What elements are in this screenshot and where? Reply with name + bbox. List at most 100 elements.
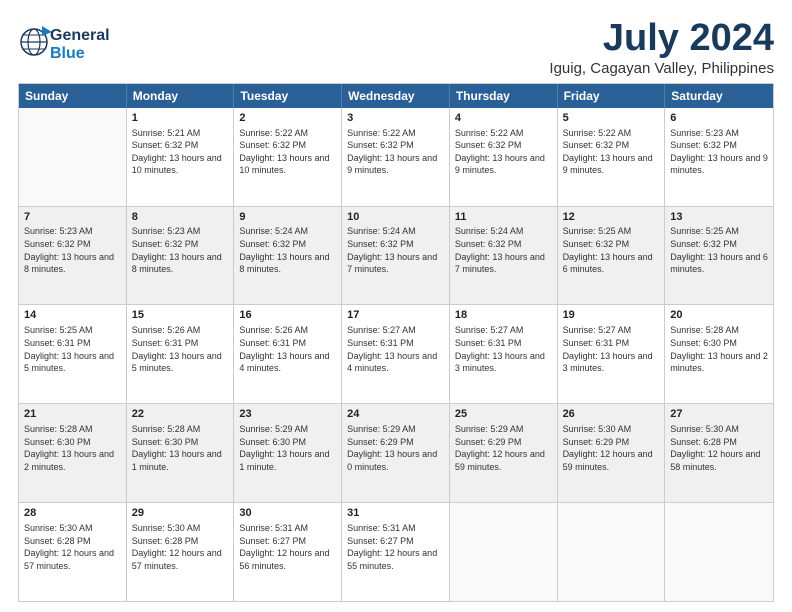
day-number: 2 bbox=[239, 111, 336, 126]
cell-info: Sunrise: 5:22 AMSunset: 6:32 PMDaylight:… bbox=[239, 127, 336, 177]
calendar-cell: 3Sunrise: 5:22 AMSunset: 6:32 PMDaylight… bbox=[342, 108, 450, 206]
calendar-cell: 15Sunrise: 5:26 AMSunset: 6:31 PMDayligh… bbox=[127, 305, 235, 403]
calendar-cell: 23Sunrise: 5:29 AMSunset: 6:30 PMDayligh… bbox=[234, 404, 342, 502]
calendar-body: 1Sunrise: 5:21 AMSunset: 6:32 PMDaylight… bbox=[19, 108, 773, 601]
calendar-cell: 22Sunrise: 5:28 AMSunset: 6:30 PMDayligh… bbox=[127, 404, 235, 502]
calendar-cell: 19Sunrise: 5:27 AMSunset: 6:31 PMDayligh… bbox=[558, 305, 666, 403]
cell-info: Sunrise: 5:24 AMSunset: 6:32 PMDaylight:… bbox=[239, 225, 336, 275]
cell-info: Sunrise: 5:26 AMSunset: 6:31 PMDaylight:… bbox=[132, 324, 229, 374]
calendar-cell: 21Sunrise: 5:28 AMSunset: 6:30 PMDayligh… bbox=[19, 404, 127, 502]
calendar-cell: 11Sunrise: 5:24 AMSunset: 6:32 PMDayligh… bbox=[450, 207, 558, 305]
cell-info: Sunrise: 5:25 AMSunset: 6:31 PMDaylight:… bbox=[24, 324, 121, 374]
calendar-cell: 17Sunrise: 5:27 AMSunset: 6:31 PMDayligh… bbox=[342, 305, 450, 403]
day-number: 21 bbox=[24, 407, 121, 422]
cell-info: Sunrise: 5:31 AMSunset: 6:27 PMDaylight:… bbox=[239, 522, 336, 572]
cell-info: Sunrise: 5:27 AMSunset: 6:31 PMDaylight:… bbox=[455, 324, 552, 374]
header-day-thursday: Thursday bbox=[450, 84, 558, 108]
day-number: 6 bbox=[670, 111, 768, 126]
calendar-cell: 10Sunrise: 5:24 AMSunset: 6:32 PMDayligh… bbox=[342, 207, 450, 305]
cell-info: Sunrise: 5:23 AMSunset: 6:32 PMDaylight:… bbox=[132, 225, 229, 275]
cell-info: Sunrise: 5:29 AMSunset: 6:30 PMDaylight:… bbox=[239, 423, 336, 473]
day-number: 12 bbox=[563, 210, 660, 225]
calendar-cell: 6Sunrise: 5:23 AMSunset: 6:32 PMDaylight… bbox=[665, 108, 773, 206]
cell-info: Sunrise: 5:22 AMSunset: 6:32 PMDaylight:… bbox=[563, 127, 660, 177]
day-number: 5 bbox=[563, 111, 660, 126]
day-number: 10 bbox=[347, 210, 444, 225]
day-number: 3 bbox=[347, 111, 444, 126]
day-number: 13 bbox=[670, 210, 768, 225]
header-day-sunday: Sunday bbox=[19, 84, 127, 108]
cell-info: Sunrise: 5:28 AMSunset: 6:30 PMDaylight:… bbox=[132, 423, 229, 473]
calendar-cell: 27Sunrise: 5:30 AMSunset: 6:28 PMDayligh… bbox=[665, 404, 773, 502]
day-number: 29 bbox=[132, 506, 229, 521]
day-number: 7 bbox=[24, 210, 121, 225]
day-number: 16 bbox=[239, 308, 336, 323]
calendar-row-1: 1Sunrise: 5:21 AMSunset: 6:32 PMDaylight… bbox=[19, 108, 773, 206]
day-number: 15 bbox=[132, 308, 229, 323]
day-number: 4 bbox=[455, 111, 552, 126]
calendar-cell: 14Sunrise: 5:25 AMSunset: 6:31 PMDayligh… bbox=[19, 305, 127, 403]
day-number: 30 bbox=[239, 506, 336, 521]
calendar-cell: 26Sunrise: 5:30 AMSunset: 6:29 PMDayligh… bbox=[558, 404, 666, 502]
cell-info: Sunrise: 5:23 AMSunset: 6:32 PMDaylight:… bbox=[670, 127, 768, 177]
calendar-row-4: 21 Sunrise: 5:28 AMSunset: 6:30 PMDayligh… bbox=[19, 403, 773, 502]
calendar-cell bbox=[450, 503, 558, 601]
calendar-cell: 20Sunrise: 5:28 AMSunset: 6:30 PMDayligh… bbox=[665, 305, 773, 403]
header-day-wednesday: Wednesday bbox=[342, 84, 450, 108]
calendar-cell bbox=[558, 503, 666, 601]
cell-info: Sunrise: 5:21 AMSunset: 6:32 PMDaylight:… bbox=[132, 127, 229, 177]
calendar-cell: 4Sunrise: 5:22 AMSunset: 6:32 PMDaylight… bbox=[450, 108, 558, 206]
logo-general-text: General bbox=[50, 27, 110, 44]
header-day-friday: Friday bbox=[558, 84, 666, 108]
calendar-cell: 30Sunrise: 5:31 AMSunset: 6:27 PMDayligh… bbox=[234, 503, 342, 601]
calendar-cell: 9Sunrise: 5:24 AMSunset: 6:32 PMDaylight… bbox=[234, 207, 342, 305]
calendar-row-3: 14Sunrise: 5:25 AMSunset: 6:31 PMDayligh… bbox=[19, 304, 773, 403]
calendar-cell: 25Sunrise: 5:29 AMSunset: 6:29 PMDayligh… bbox=[450, 404, 558, 502]
cell-info: Sunrise: 5:29 AMSunset: 6:29 PMDaylight:… bbox=[455, 423, 552, 473]
calendar-row-5: 28Sunrise: 5:30 AMSunset: 6:28 PMDayligh… bbox=[19, 502, 773, 601]
header-day-monday: Monday bbox=[127, 84, 235, 108]
cell-info: Sunrise: 5:26 AMSunset: 6:31 PMDaylight:… bbox=[239, 324, 336, 374]
calendar-cell: 31Sunrise: 5:31 AMSunset: 6:27 PMDayligh… bbox=[342, 503, 450, 601]
cell-info: Sunrise: 5:30 AMSunset: 6:28 PMDaylight:… bbox=[24, 522, 121, 572]
cell-info: Sunrise: 5:25 AMSunset: 6:32 PMDaylight:… bbox=[670, 225, 768, 275]
day-number: 17 bbox=[347, 308, 444, 323]
day-number: 8 bbox=[132, 210, 229, 225]
month-title: July 2024 bbox=[549, 18, 774, 60]
day-number: 19 bbox=[563, 308, 660, 323]
header-day-saturday: Saturday bbox=[665, 84, 773, 108]
page: General Blue July 2024 Iguig, Cagayan Va… bbox=[0, 0, 792, 612]
location-title: Iguig, Cagayan Valley, Philippines bbox=[549, 60, 774, 77]
cell-info: Sunrise: 5:22 AMSunset: 6:32 PMDaylight:… bbox=[347, 127, 444, 177]
calendar-cell: 13Sunrise: 5:25 AMSunset: 6:32 PMDayligh… bbox=[665, 207, 773, 305]
day-number: 28 bbox=[24, 506, 121, 521]
day-number: 22 bbox=[132, 407, 229, 422]
day-number: 26 bbox=[563, 407, 660, 422]
day-number: 31 bbox=[347, 506, 444, 521]
day-number: 20 bbox=[670, 308, 768, 323]
logo-blue-text: Blue bbox=[50, 45, 85, 62]
logo-svg: General Blue bbox=[18, 18, 128, 66]
calendar: SundayMondayTuesdayWednesdayThursdayFrid… bbox=[18, 83, 774, 602]
cell-info: Sunrise: 5:24 AMSunset: 6:32 PMDaylight:… bbox=[347, 225, 444, 275]
calendar-header: SundayMondayTuesdayWednesdayThursdayFrid… bbox=[19, 84, 773, 108]
day-number: 11 bbox=[455, 210, 552, 225]
calendar-cell: 29Sunrise: 5:30 AMSunset: 6:28 PMDayligh… bbox=[127, 503, 235, 601]
day-number: 18 bbox=[455, 308, 552, 323]
day-number: 24 bbox=[347, 407, 444, 422]
calendar-cell: 1Sunrise: 5:21 AMSunset: 6:32 PMDaylight… bbox=[127, 108, 235, 206]
calendar-cell: 24Sunrise: 5:29 AMSunset: 6:29 PMDayligh… bbox=[342, 404, 450, 502]
calendar-cell: 8Sunrise: 5:23 AMSunset: 6:32 PMDaylight… bbox=[127, 207, 235, 305]
calendar-cell bbox=[665, 503, 773, 601]
calendar-cell: 28Sunrise: 5:30 AMSunset: 6:28 PMDayligh… bbox=[19, 503, 127, 601]
cell-info: Sunrise: 5:24 AMSunset: 6:32 PMDaylight:… bbox=[455, 225, 552, 275]
cell-info: Sunrise: 5:22 AMSunset: 6:32 PMDaylight:… bbox=[455, 127, 552, 177]
day-number: 1 bbox=[132, 111, 229, 126]
day-number: 14 bbox=[24, 308, 121, 323]
cell-info: Sunrise: 5:30 AMSunset: 6:29 PMDaylight:… bbox=[563, 423, 660, 473]
cell-info: Sunrise: 5:28 AMSunset: 6:30 PMDaylight:… bbox=[670, 324, 768, 374]
cell-info: Sunrise: 5:25 AMSunset: 6:32 PMDaylight:… bbox=[563, 225, 660, 275]
cell-info: Sunrise: 5:23 AMSunset: 6:32 PMDaylight:… bbox=[24, 225, 121, 275]
calendar-row-2: 7Sunrise: 5:23 AMSunset: 6:32 PMDaylight… bbox=[19, 206, 773, 305]
calendar-cell: 16Sunrise: 5:26 AMSunset: 6:31 PMDayligh… bbox=[234, 305, 342, 403]
